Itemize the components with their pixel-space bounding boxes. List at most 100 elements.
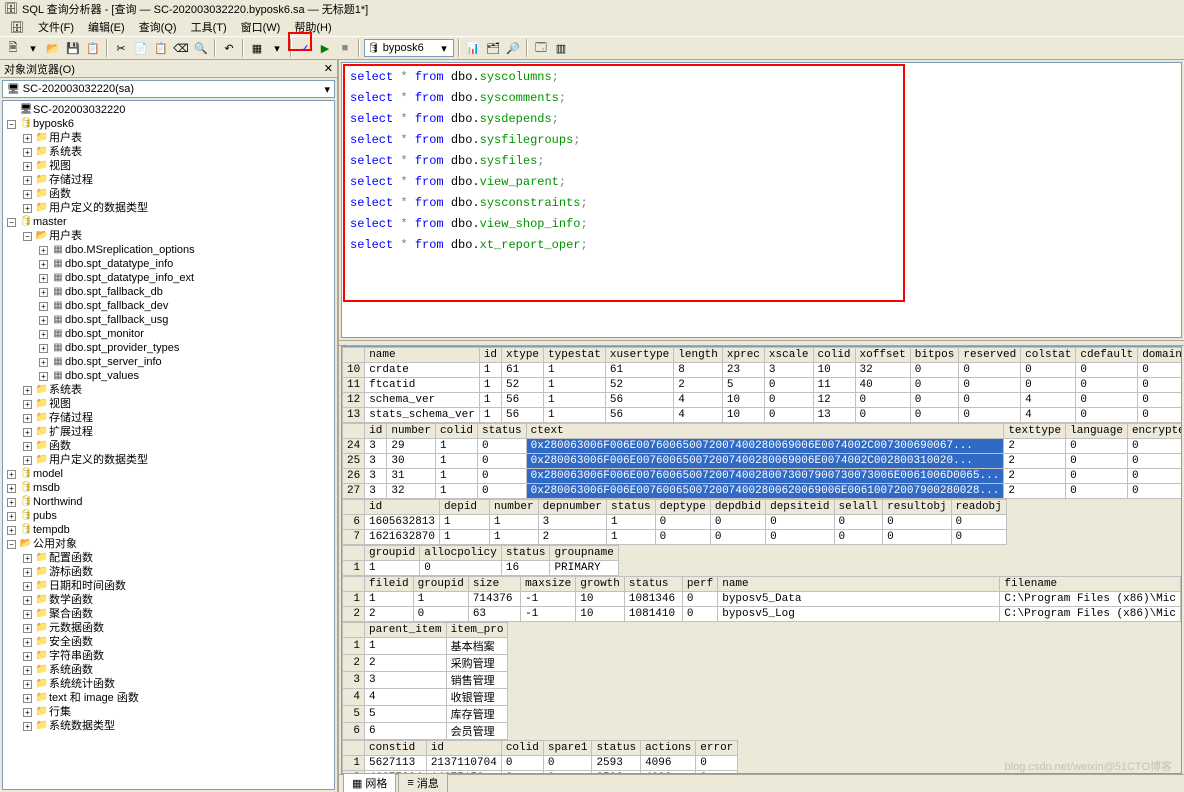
save-icon[interactable]: 💾 [64, 39, 82, 57]
show-results-pane-icon[interactable]: ▥ [552, 39, 570, 57]
expand-icon[interactable]: + [23, 428, 32, 437]
tree-folder[interactable]: +用户定义的数据类型 [23, 201, 332, 215]
show-estimated-plan-icon[interactable]: 📊 [464, 39, 482, 57]
tree-folder[interactable]: +字符串函数 [23, 649, 332, 663]
db-byposk6[interactable]: byposk6 [33, 117, 74, 131]
tree-db[interactable]: +msdb [7, 481, 332, 495]
object-browser-icon[interactable]: 🗂 [484, 39, 502, 57]
tree-table[interactable]: +dbo.spt_provider_types [39, 341, 332, 355]
row-header[interactable]: 11 [343, 378, 365, 393]
tree-db[interactable]: +model [7, 467, 332, 481]
row-header[interactable]: 3 [343, 672, 365, 689]
expand-icon[interactable]: + [39, 358, 48, 367]
collapse-icon[interactable]: − [7, 218, 16, 227]
expand-icon[interactable]: + [7, 470, 16, 479]
expand-icon[interactable]: + [23, 666, 32, 675]
expand-icon[interactable]: + [23, 456, 32, 465]
expand-icon[interactable]: + [39, 274, 48, 283]
row-header[interactable]: 7 [343, 530, 365, 545]
connection-combo[interactable]: 🖥 SC-202003032220(sa) ▾ [2, 80, 335, 98]
expand-icon[interactable]: + [23, 568, 32, 577]
folder-common[interactable]: 公用对象 [33, 537, 77, 551]
server-node[interactable]: SC-202003032220 [7, 103, 332, 117]
tree-folder[interactable]: +系统函数 [23, 663, 332, 677]
expand-icon[interactable]: + [39, 316, 48, 325]
expand-icon[interactable]: + [23, 442, 32, 451]
row-header[interactable]: 1 [343, 561, 365, 576]
tree-folder[interactable]: +日期和时间函数 [23, 579, 332, 593]
tree-folder[interactable]: +系统表 [23, 145, 332, 159]
tree-table[interactable]: +dbo.spt_values [39, 369, 332, 383]
object-search-icon[interactable]: 🔎 [504, 39, 522, 57]
result-grid[interactable]: idnumbercolidstatusctexttexttypelanguage… [342, 423, 1182, 499]
row-header[interactable]: 27 [343, 484, 365, 499]
tree-table[interactable]: +dbo.spt_datatype_info [39, 257, 332, 271]
folder-user-tables[interactable]: 用户表 [49, 229, 82, 243]
new-query-icon[interactable]: 🗎 [4, 39, 22, 57]
expand-icon[interactable]: + [39, 330, 48, 339]
tree-folder[interactable]: +用户定义的数据类型 [23, 453, 332, 467]
tree-folder[interactable]: +函数 [23, 187, 332, 201]
tree-folder[interactable]: +系统统计函数 [23, 677, 332, 691]
row-header[interactable]: 25 [343, 454, 365, 469]
expand-icon[interactable]: + [23, 680, 32, 689]
tree-folder[interactable]: +安全函数 [23, 635, 332, 649]
expand-icon[interactable]: + [23, 582, 32, 591]
result-grid[interactable]: nameidxtypetypestatxusertypelengthxprecx… [342, 347, 1182, 423]
dropdown-icon[interactable]: ▾ [24, 39, 42, 57]
expand-icon[interactable]: + [23, 414, 32, 423]
tree-folder[interactable]: +存储过程 [23, 411, 332, 425]
sql-editor[interactable]: select * from dbo.syscolumns;select * fr… [341, 62, 1182, 338]
results-pane[interactable]: nameidxtypetypestatxusertypelengthxprecx… [341, 346, 1182, 774]
expand-icon[interactable]: + [39, 288, 48, 297]
tree-folder[interactable]: +视图 [23, 159, 332, 173]
tree-folder[interactable]: +系统表 [23, 383, 332, 397]
row-header[interactable]: 12 [343, 393, 365, 408]
tree-folder[interactable]: +配置函数 [23, 551, 332, 565]
expand-icon[interactable]: + [23, 596, 32, 605]
undo-icon[interactable]: ↶ [220, 39, 238, 57]
expand-icon[interactable]: + [23, 148, 32, 157]
menu-edit[interactable]: 编辑(E) [82, 19, 131, 35]
expand-icon[interactable]: + [23, 176, 32, 185]
expand-icon[interactable]: + [7, 512, 16, 521]
expand-icon[interactable]: + [39, 260, 48, 269]
tree-folder[interactable]: +存储过程 [23, 173, 332, 187]
expand-icon[interactable]: + [23, 624, 32, 633]
row-header[interactable]: 24 [343, 439, 365, 454]
menu-help[interactable]: 帮助(H) [288, 19, 337, 35]
row-header[interactable]: 10 [343, 363, 365, 378]
expand-icon[interactable]: + [23, 190, 32, 199]
tree-folder[interactable]: +数学函数 [23, 593, 332, 607]
expand-icon[interactable]: + [23, 638, 32, 647]
row-header[interactable]: 1 [343, 638, 365, 655]
tree-folder[interactable]: +用户表 [23, 131, 332, 145]
row-header[interactable]: 2 [343, 607, 365, 622]
expand-icon[interactable]: + [39, 372, 48, 381]
result-grid[interactable]: parent_itemitem_pro11基本档案22采购管理33销售管理44收… [342, 622, 508, 740]
expand-icon[interactable]: + [23, 400, 32, 409]
tree-folder[interactable]: +函数 [23, 439, 332, 453]
insert-template-icon[interactable]: 📋 [84, 39, 102, 57]
expand-icon[interactable]: + [7, 498, 16, 507]
cut-icon[interactable]: ✂ [112, 39, 130, 57]
tree-db[interactable]: +tempdb [7, 523, 332, 537]
database-combo[interactable]: 🛢 byposk6 ▾ [364, 39, 454, 57]
results-mode-dd-icon[interactable]: ▾ [268, 39, 286, 57]
tree-table[interactable]: +dbo.MSreplication_options [39, 243, 332, 257]
tree-table[interactable]: +dbo.spt_fallback_usg [39, 313, 332, 327]
chevron-down-icon[interactable]: ▾ [324, 83, 330, 96]
expand-icon[interactable]: + [7, 484, 16, 493]
row-header[interactable]: 4 [343, 689, 365, 706]
menu-file[interactable]: 文件(F) [32, 19, 80, 35]
expand-icon[interactable]: + [7, 526, 16, 535]
expand-icon[interactable]: + [23, 610, 32, 619]
expand-icon[interactable]: + [23, 708, 32, 717]
tree-table[interactable]: +dbo.spt_fallback_db [39, 285, 332, 299]
find-icon[interactable]: 🔍 [192, 39, 210, 57]
tree-table[interactable]: +dbo.spt_monitor [39, 327, 332, 341]
expand-icon[interactable]: + [23, 204, 32, 213]
close-icon[interactable]: ✕ [324, 62, 333, 75]
tree-folder[interactable]: +元数据函数 [23, 621, 332, 635]
result-grid[interactable]: groupidallocpolicystatusgroupname11016PR… [342, 545, 619, 576]
